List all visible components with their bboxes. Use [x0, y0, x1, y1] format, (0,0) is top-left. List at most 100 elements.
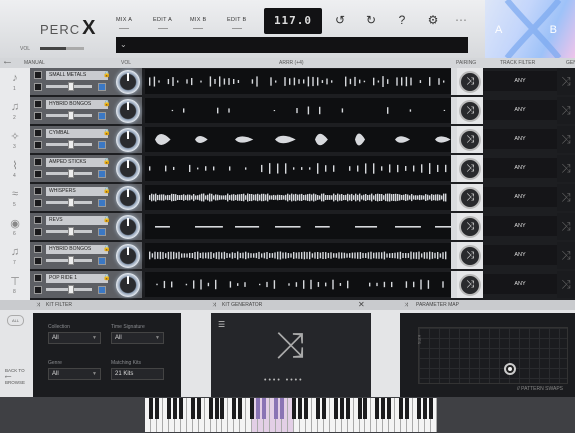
track-filter-select[interactable]: ANY [483, 100, 557, 120]
black-key[interactable] [250, 398, 255, 419]
black-key[interactable] [387, 398, 392, 419]
track-filter-select[interactable]: ANY [483, 274, 557, 294]
black-key[interactable] [262, 398, 267, 419]
lane-waveform[interactable] [145, 214, 451, 239]
black-key[interactable] [154, 398, 159, 419]
solo-toggle[interactable] [34, 286, 42, 294]
pairing-shuffle-icon[interactable]: ⤨ [459, 274, 481, 296]
redo-icon[interactable]: ↻ [364, 13, 378, 27]
black-key[interactable] [196, 398, 201, 419]
ab-morph-control[interactable]: A B [485, 0, 575, 58]
lock-icon[interactable]: 🔒 [103, 129, 110, 136]
lane-edit-icon[interactable] [98, 141, 106, 149]
black-key[interactable] [315, 398, 320, 419]
lane-mix-slider[interactable] [46, 169, 92, 178]
generate-kit-shuffle-icon[interactable]: ⤨ [265, 325, 315, 365]
track-generator-shuffle-icon[interactable]: ⤨ [557, 155, 575, 182]
black-key[interactable] [190, 398, 195, 419]
track-generator-shuffle-icon[interactable]: ⤨ [557, 184, 575, 211]
solo-toggle[interactable] [34, 141, 42, 149]
black-key[interactable] [417, 398, 422, 419]
lane-edit-icon[interactable] [98, 170, 106, 178]
black-key[interactable] [363, 398, 368, 419]
lane-volume-knob[interactable] [116, 99, 140, 123]
time-signature-select[interactable]: All ▼ [111, 332, 164, 344]
lane-edit-icon[interactable] [98, 228, 106, 236]
lane-waveform[interactable] [145, 156, 451, 181]
track-filter-select[interactable]: ANY [483, 158, 557, 178]
lane-mix-slider[interactable] [46, 285, 92, 294]
black-key[interactable] [381, 398, 386, 419]
lock-icon[interactable]: 🔒 [103, 71, 110, 78]
solo-toggle[interactable] [34, 83, 42, 91]
mute-toggle[interactable] [34, 129, 42, 137]
black-key[interactable] [429, 398, 434, 419]
manual-label[interactable]: MANUAL [24, 58, 45, 68]
track-generator-shuffle-icon[interactable]: ⤨ [557, 97, 575, 124]
lane-waveform[interactable] [145, 98, 451, 123]
pairing-shuffle-icon[interactable]: ⤨ [459, 71, 481, 93]
back-arrow-icon[interactable]: ⟵ [4, 58, 11, 68]
lane-volume-knob[interactable] [116, 215, 140, 239]
lane-name[interactable]: WHISPERS [46, 187, 108, 196]
master-volume-slider[interactable] [40, 47, 84, 50]
black-key[interactable] [297, 398, 302, 419]
lane-volume-knob[interactable] [116, 186, 140, 210]
lane-mix-slider[interactable] [46, 256, 92, 265]
gear-icon[interactable]: ⚙ [426, 13, 440, 27]
lane-mix-slider[interactable] [46, 82, 92, 91]
lane-name[interactable]: HYBRID BONGOS [46, 245, 108, 254]
genre-select[interactable]: All ▼ [48, 368, 101, 380]
lane-edit-icon[interactable] [98, 112, 106, 120]
lock-icon[interactable]: 🔒 [103, 158, 110, 165]
track-generator-shuffle-icon[interactable]: ⤨ [557, 271, 575, 298]
black-key[interactable] [280, 398, 285, 419]
black-key[interactable] [238, 398, 243, 419]
black-key[interactable] [357, 398, 362, 419]
back-to-browse-button[interactable]: BACK TO ⟵ BROWSE [5, 368, 25, 386]
mute-toggle[interactable] [34, 187, 42, 195]
lock-icon[interactable]: 🔒 [103, 274, 110, 281]
lane-volume-knob[interactable] [116, 157, 140, 181]
black-key[interactable] [220, 398, 225, 419]
black-key[interactable] [339, 398, 344, 419]
solo-toggle[interactable] [34, 112, 42, 120]
lane-mix-slider[interactable] [46, 111, 92, 120]
lane-waveform[interactable] [145, 243, 451, 268]
black-key[interactable] [214, 398, 219, 419]
undo-icon[interactable]: ↺ [333, 13, 347, 27]
black-key[interactable] [291, 398, 296, 419]
black-key[interactable] [321, 398, 326, 419]
snapshot-b-label[interactable]: B [550, 24, 557, 36]
track-generator-shuffle-icon[interactable]: ⤨ [557, 68, 575, 95]
black-key[interactable] [333, 398, 338, 419]
lane-name[interactable]: REVS [46, 216, 108, 225]
black-key[interactable] [375, 398, 380, 419]
collection-select[interactable]: All ▼ [48, 332, 101, 344]
lane-name[interactable]: CYMBAL [46, 129, 108, 138]
tab-edit-b[interactable]: EDIT B [227, 17, 246, 29]
lane-edit-icon[interactable] [98, 286, 106, 294]
preset-selector[interactable]: ⌄ [116, 37, 468, 53]
lane-name[interactable]: SMALL METALS [46, 71, 108, 80]
tab-edit-a[interactable]: EDIT A [153, 17, 172, 29]
lane-waveform[interactable] [145, 127, 451, 152]
pairing-shuffle-icon[interactable]: ⤨ [459, 158, 481, 180]
black-key[interactable] [172, 398, 177, 419]
all-button[interactable]: ALL [7, 315, 24, 326]
lane-volume-knob[interactable] [116, 70, 140, 94]
close-icon[interactable]: ✕ [358, 300, 365, 310]
menu-icon[interactable]: ☰ [218, 320, 225, 329]
pairing-shuffle-icon[interactable]: ⤨ [459, 216, 481, 238]
solo-toggle[interactable] [34, 228, 42, 236]
lane-mix-slider[interactable] [46, 227, 92, 236]
lock-icon[interactable]: 🔒 [103, 100, 110, 107]
lane-edit-icon[interactable] [98, 83, 106, 91]
lane-volume-knob[interactable] [116, 128, 140, 152]
black-key[interactable] [232, 398, 237, 419]
lane-waveform[interactable] [145, 69, 451, 94]
tab-mix-a[interactable]: MIX A [116, 17, 132, 29]
black-key[interactable] [405, 398, 410, 419]
lane-edit-icon[interactable] [98, 199, 106, 207]
track-filter-select[interactable]: ANY [483, 71, 557, 91]
